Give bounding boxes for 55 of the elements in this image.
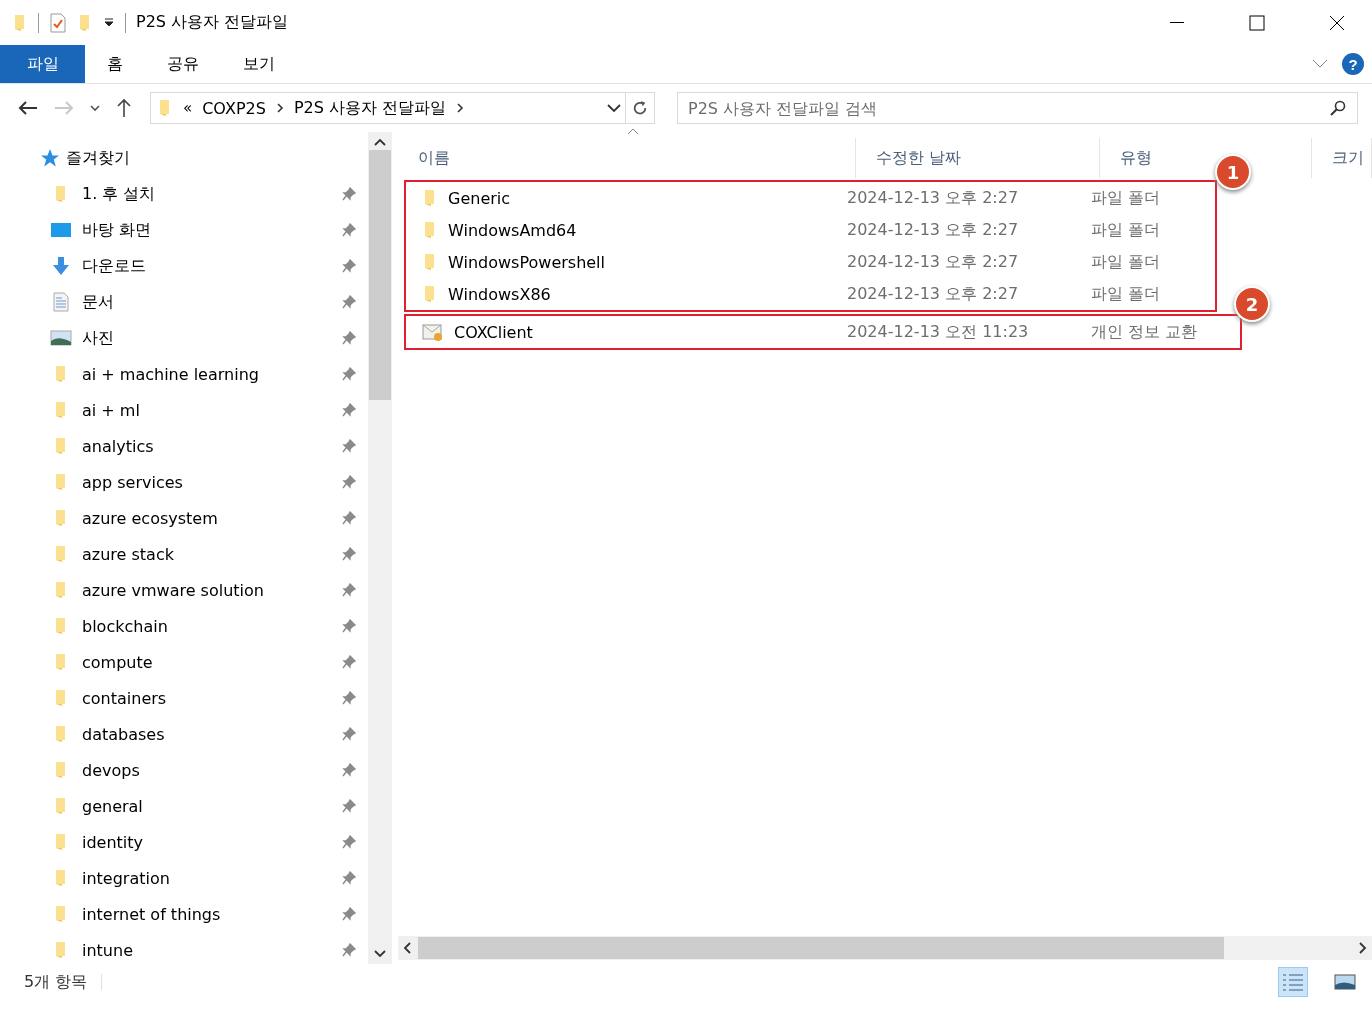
type-cell: 파일 폴더 [1091, 251, 1161, 273]
nav-item[interactable]: intune [82, 940, 332, 960]
date-cell-text: 2024-12-13 오후 2:27 [847, 219, 1020, 241]
date-cell-text: 2024-12-13 오후 2:27 [847, 187, 1020, 209]
nav-item[interactable]: ai + machine learning [82, 364, 332, 384]
nav-item[interactable]: 문서 [82, 291, 332, 313]
nav-item[interactable]: ai + ml [82, 400, 332, 420]
nav-item[interactable]: analytics [82, 436, 332, 456]
nav-item[interactable]: app services [82, 472, 332, 492]
type-cell: 개인 정보 교환 [1091, 321, 1198, 343]
type-cell: 파일 폴더 [1091, 187, 1161, 209]
nav-item[interactable]: compute [82, 652, 332, 672]
nav-item[interactable]: databases [82, 724, 332, 744]
date-cell-text: 2024-12-13 오전 11:23 [847, 321, 1030, 343]
nav-item[interactable]: internet of things [82, 904, 332, 924]
nav-item[interactable]: 바탕 화면 [82, 219, 332, 241]
ribbon-tab[interactable]: 보기 [221, 45, 297, 83]
nav-item[interactable]: 1. 후 설치 [82, 183, 332, 205]
nav-item[interactable]: azure vmware solution [82, 580, 332, 600]
date-cell-text: 2024-12-13 오후 2:27 [847, 251, 1020, 273]
nav-item[interactable]: identity [82, 832, 332, 852]
file-name[interactable]: WindowsAmd64 [448, 220, 577, 240]
ribbon-tab[interactable]: 공유 [145, 45, 221, 83]
nav-item[interactable]: devops [82, 760, 332, 780]
nav-item[interactable]: general [82, 796, 332, 816]
breadcrumb[interactable]: COXP2S [202, 98, 266, 118]
type-cell: 파일 폴더 [1091, 219, 1161, 241]
help-button[interactable]: ? [1342, 53, 1364, 75]
file-name[interactable]: WindowsX86 [448, 284, 551, 304]
number-marker: 1 [1215, 154, 1251, 190]
column-header[interactable]: 수정한 날짜 [856, 138, 1100, 178]
overflow-marker[interactable]: « [183, 99, 193, 117]
nav-item[interactable]: azure ecosystem [82, 508, 332, 528]
nav-item[interactable]: 다운로드 [82, 255, 332, 277]
ribbon-tab[interactable]: 홈 [85, 45, 145, 83]
column-header[interactable]: 크기 [1312, 138, 1372, 178]
nav-item[interactable]: integration [82, 868, 332, 888]
nav-item[interactable]: 사진 [82, 327, 332, 349]
nav-item[interactable]: containers [82, 688, 332, 708]
ribbon-tab[interactable]: 파일 [0, 45, 85, 83]
window-title: P2S 사용자 전달파일 [136, 12, 290, 33]
file-name[interactable]: COXClient [454, 322, 533, 342]
nav-item[interactable]: azure stack [82, 544, 332, 564]
number-marker: 2 [1234, 286, 1270, 322]
breadcrumb[interactable]: P2S 사용자 전달파일 [293, 97, 447, 119]
search-field[interactable]: P2S 사용자 전달파일 검색 [677, 92, 1358, 124]
file-name[interactable]: WindowsPowershell [448, 252, 605, 272]
item-count: 5개 항목 [24, 971, 88, 993]
type-cell: 파일 폴더 [1091, 283, 1161, 305]
nav-heading[interactable]: 즐겨찾기 [66, 147, 130, 169]
nav-item[interactable]: blockchain [82, 616, 332, 636]
file-name[interactable]: Generic [448, 188, 511, 208]
column-header[interactable]: 이름 [398, 138, 856, 178]
date-cell-text: 2024-12-13 오후 2:27 [847, 283, 1020, 305]
address-bar[interactable]: « COXP2S P2S 사용자 전달파일 [150, 92, 626, 124]
